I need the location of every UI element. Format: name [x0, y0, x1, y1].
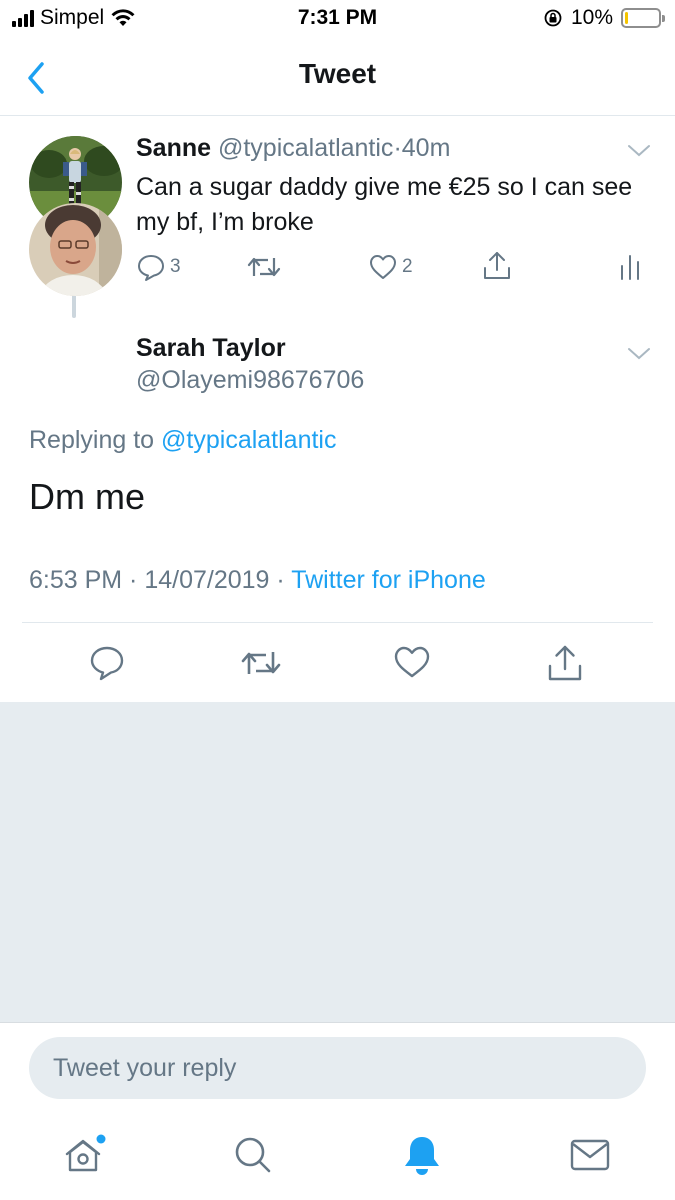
like-button[interactable]: [393, 644, 431, 680]
heart-icon: [370, 255, 396, 279]
replying-to-label: Replying to: [29, 426, 162, 454]
rotation-lock-icon: [544, 9, 562, 27]
reply-action[interactable]: 3: [136, 252, 181, 282]
parent-tweet-header: Sanne @typicalatlantic·40m: [136, 134, 450, 163]
home-icon: [65, 1134, 106, 1172]
share-icon: [484, 252, 510, 279]
tweet-source-link[interactable]: Twitter for iPhone: [291, 566, 486, 594]
reply-count: 3: [170, 256, 181, 277]
tab-bar: [0, 1116, 675, 1200]
parent-tweet-actions: 3 2: [136, 248, 656, 288]
tab-messages[interactable]: [565, 1130, 615, 1180]
battery-percentage: 10%: [570, 6, 613, 29]
empty-replies-area: [0, 702, 675, 1022]
chevron-down-icon[interactable]: [627, 144, 651, 158]
tweet-metadata: 6:53 PM · 14/07/2019 · Twitter for iPhon…: [29, 566, 486, 595]
like-action[interactable]: 2: [368, 252, 413, 282]
parent-tweet-text: Can a sugar daddy give me €25 so I can s…: [136, 173, 633, 236]
replying-to-line: Replying to @typicalatlantic: [29, 426, 336, 455]
separator-dot: ·: [393, 134, 402, 162]
author-handle[interactable]: @Olayemi98676706: [136, 366, 364, 395]
reply-input[interactable]: [29, 1037, 646, 1099]
retweet-action[interactable]: [246, 252, 282, 282]
like-count: 2: [402, 256, 413, 277]
chevron-down-icon[interactable]: [627, 347, 651, 361]
tab-search[interactable]: [228, 1130, 278, 1180]
avatar-sarah-taylor[interactable]: [29, 203, 122, 296]
reply-button[interactable]: [89, 644, 125, 682]
analytics-action[interactable]: [618, 252, 642, 282]
retweet-button[interactable]: [240, 646, 282, 680]
tweet-actions: [0, 640, 675, 688]
divider: [22, 622, 653, 623]
search-icon: [235, 1137, 271, 1173]
reply-icon: [138, 255, 164, 281]
replying-to-link[interactable]: @typicalatlantic: [161, 426, 336, 454]
messages-icon: [570, 1139, 610, 1171]
share-button[interactable]: [547, 644, 583, 682]
share-action[interactable]: [482, 250, 512, 282]
status-bar: Simpel 7:31 PM 10%: [0, 0, 675, 40]
notifications-icon: [405, 1137, 439, 1175]
tweet-text: Dm me: [29, 476, 145, 517]
tab-notifications[interactable]: [397, 1130, 447, 1180]
page-title: Tweet: [298, 58, 377, 89]
reply-composer-bar: [0, 1022, 675, 1116]
navigation-bar: Tweet: [0, 40, 675, 116]
author-name[interactable]: Sanne: [136, 134, 211, 162]
author-name[interactable]: Sarah Taylor: [136, 334, 286, 363]
retweet-icon: [247, 257, 281, 277]
battery-icon: [621, 8, 665, 28]
tweet-age: 40m: [401, 134, 451, 162]
analytics-icon: [621, 255, 639, 280]
tweet-timestamp: 6:53 PM · 14/07/2019 ·: [29, 566, 292, 594]
tab-home[interactable]: [60, 1130, 110, 1180]
author-handle[interactable]: @typicalatlantic: [218, 134, 393, 162]
